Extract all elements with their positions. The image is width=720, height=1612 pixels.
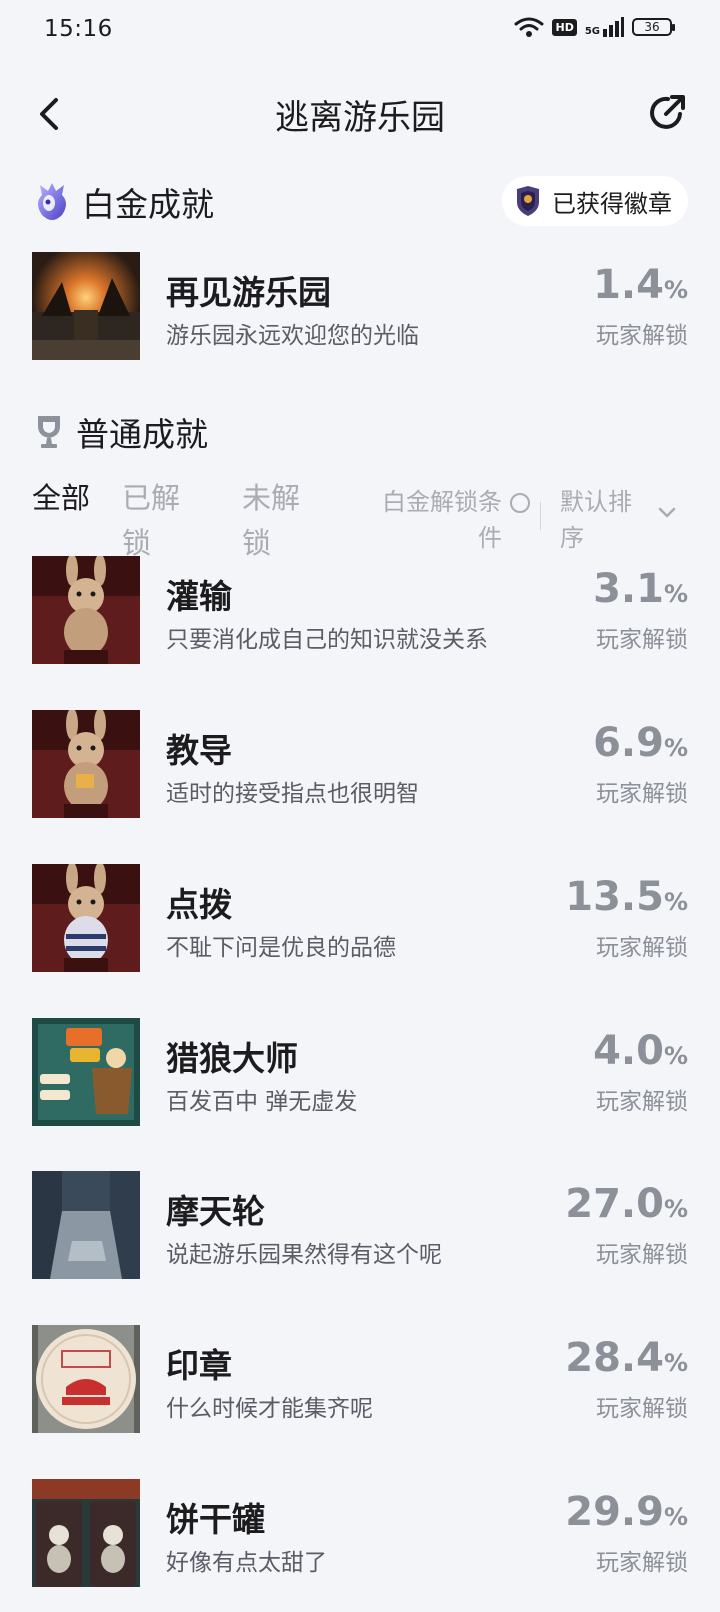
unlock-label: 玩家解锁 (596, 1396, 688, 1422)
achievement-row[interactable]: 教导 适时的接受指点也很明智 6.9% 玩家解锁 (32, 710, 688, 820)
achievement-image-bunny-doll (32, 556, 140, 664)
unlock-label: 玩家解锁 (596, 323, 688, 349)
achievement-image-bunny-doll (32, 864, 140, 972)
hd-icon: HD (552, 18, 577, 36)
achievement-desc: 好像有点太甜了 (166, 1550, 327, 1576)
battery-level: 36 (644, 20, 660, 34)
achievement-row[interactable]: 灌输 只要消化成自己的知识就没关系 3.1% 玩家解锁 (32, 556, 688, 666)
achievement-image-ferris-cabin (32, 1171, 140, 1279)
tab-locked[interactable]: 未解锁 (242, 476, 302, 566)
unlock-percent: 6.9% (593, 720, 688, 766)
unlock-percent: 28.4% (565, 1335, 688, 1381)
platinum-section-header: 白金成就 (32, 178, 214, 226)
achievement-image-stamp (32, 1325, 140, 1433)
unlock-label: 玩家解锁 (596, 1242, 688, 1268)
achievement-desc: 什么时候才能集齐呢 (166, 1396, 373, 1422)
share-icon[interactable] (644, 90, 690, 136)
unlock-percent: 29.9% (565, 1489, 688, 1535)
chevron-down-icon[interactable] (656, 502, 678, 524)
radio-icon (510, 493, 530, 513)
achievement-desc: 不耻下问是优良的品德 (166, 935, 396, 961)
unlock-percent: 13.5% (565, 874, 688, 920)
achievement-row[interactable]: 饼干罐 好像有点太甜了 29.9% 玩家解锁 (32, 1479, 688, 1589)
normal-section-title: 普通成就 (76, 415, 208, 454)
tab-all[interactable]: 全部 (32, 476, 92, 521)
achievement-name: 摩天轮 (166, 1192, 265, 1231)
wifi-icon (514, 17, 544, 37)
achievement-desc: 百发百中 弹无虚发 (166, 1089, 358, 1115)
unlock-label: 玩家解锁 (596, 1550, 688, 1576)
platinum-achievement-row[interactable]: 再见游乐园 游乐园永远欢迎您的光临 1.4% 玩家解锁 (32, 252, 688, 362)
achievement-desc: 适时的接受指点也很明智 (166, 781, 419, 807)
achievement-name: 猎狼大师 (166, 1039, 298, 1078)
achievement-name: 点拨 (166, 885, 232, 924)
platinum-condition-label: 白金解锁条件 (382, 488, 502, 552)
unlock-percent: 27.0% (565, 1181, 688, 1227)
signal-icon: 5G (585, 17, 624, 37)
achievement-image-cookie-jar (32, 1479, 140, 1587)
achievement-name: 教导 (166, 731, 232, 770)
earned-badge-button[interactable]: 已获得徽章 (502, 176, 688, 226)
trophy-icon (38, 416, 60, 448)
achievement-name: 印章 (166, 1346, 232, 1385)
achievement-desc: 说起游乐园果然得有这个呢 (166, 1242, 442, 1268)
achievement-name: 灌输 (166, 577, 232, 616)
achievement-row[interactable]: 点拨 不耻下问是优良的品德 13.5% 玩家解锁 (32, 864, 688, 974)
achievement-image-bunny-doll (32, 710, 140, 818)
platinum-section-title: 白金成就 (82, 185, 214, 224)
unlock-percent: 3.1% (593, 566, 688, 612)
unlock-percent: 1.4% (593, 262, 688, 308)
earned-badge-label: 已获得徽章 (552, 189, 672, 218)
achievement-name: 再见游乐园 (166, 273, 331, 312)
battery-icon: 36 (632, 18, 675, 36)
nav-bar: 逃离游乐园 (0, 76, 720, 152)
unlock-label: 玩家解锁 (596, 781, 688, 807)
achievement-desc: 只要消化成自己的知识就没关系 (166, 627, 488, 653)
unlock-percent: 4.0% (593, 1028, 688, 1074)
network-type: 5G (584, 26, 600, 37)
unlock-label: 玩家解锁 (596, 935, 688, 961)
status-time: 15:16 (44, 16, 113, 42)
platinum-condition-toggle[interactable]: 白金解锁条件 (354, 484, 530, 556)
achievement-row[interactable]: 摩天轮 说起游乐园果然得有这个呢 27.0% 玩家解锁 (32, 1171, 688, 1281)
achievement-name: 饼干罐 (166, 1500, 265, 1539)
status-bar: 15:16 HD 5G 36 (0, 0, 720, 64)
unlock-label: 玩家解锁 (596, 627, 688, 653)
achievement-image-shooting-game-board (32, 1018, 140, 1126)
achievement-row[interactable]: 印章 什么时候才能集齐呢 28.4% 玩家解锁 (32, 1325, 688, 1435)
unlock-label: 玩家解锁 (596, 1089, 688, 1115)
filter-bar: 全部 已解锁 未解锁 白金解锁条件 默认排序 (32, 476, 688, 560)
badge-shield-icon (517, 186, 539, 216)
achievement-desc: 游乐园永远欢迎您的光临 (166, 323, 419, 349)
sort-dropdown-label[interactable]: 默认排序 (560, 484, 650, 556)
status-icons: HD 5G 36 (514, 16, 675, 38)
normal-section-header: 普通成就 (32, 408, 208, 456)
page-title: 逃离游乐园 (275, 98, 445, 138)
achievement-row[interactable]: 猎狼大师 百发百中 弹无虚发 4.0% 玩家解锁 (32, 1018, 688, 1128)
tab-unlocked[interactable]: 已解锁 (122, 476, 182, 566)
platinum-trophy-icon (38, 183, 66, 220)
filter-divider (540, 502, 541, 530)
achievement-image-sunset-park (32, 252, 140, 360)
